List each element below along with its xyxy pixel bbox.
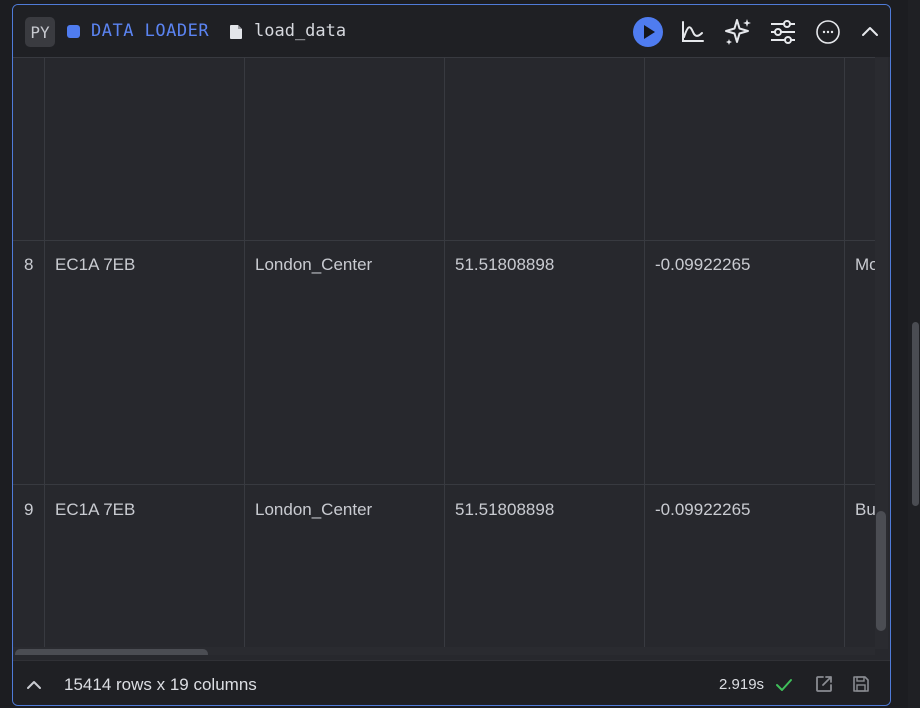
row-index: 8 [13, 240, 45, 484]
page-scrollbar-thumb[interactable] [912, 322, 919, 506]
block-type-label: DATA LOADER [91, 21, 210, 41]
table-cell[interactable] [445, 58, 645, 240]
table-cell[interactable] [45, 58, 245, 240]
check-icon [776, 679, 792, 691]
external-link-icon[interactable] [814, 674, 834, 694]
vertical-scrollbar-thumb[interactable] [876, 511, 886, 631]
save-icon[interactable] [851, 674, 871, 694]
sliders-icon[interactable] [766, 15, 800, 49]
table-cell[interactable]: 51.51808898 [445, 485, 645, 655]
table-cell[interactable]: London_Center [245, 240, 445, 484]
block-type-color-icon [67, 25, 80, 38]
sparkle-icon[interactable] [721, 15, 755, 49]
chevron-up-icon[interactable] [853, 15, 887, 49]
table-cell[interactable]: -0.09922265 [645, 485, 845, 655]
row-index: 9 [13, 485, 45, 655]
row-count-label: 15414 rows x 19 columns [64, 675, 257, 694]
table-cell[interactable] [245, 58, 445, 240]
table-cell[interactable]: -0.09922265 [645, 240, 845, 484]
table-cell[interactable]: EC1A 7EB [45, 240, 245, 484]
block-header: PY DATA LOADER load_data [13, 5, 890, 57]
horizontal-scrollbar-thumb[interactable] [15, 649, 208, 655]
dataframe-table[interactable]: 8 EC1A 7EB London_Center 51.51808898 -0.… [13, 57, 890, 655]
execution-time: 2.919s [719, 676, 765, 693]
data-loader-block: PY DATA LOADER load_data 8 EC1A 7EB Lond… [12, 4, 891, 706]
table-row: 9 EC1A 7EB London_Center 51.51808898 -0.… [13, 485, 876, 655]
more-icon[interactable] [811, 15, 845, 49]
table-cell[interactable]: EC1A 7EB [45, 485, 245, 655]
run-button[interactable] [631, 15, 665, 49]
row-index [13, 58, 45, 240]
table-row: 8 EC1A 7EB London_Center 51.51808898 -0.… [13, 240, 885, 485]
table-cell[interactable]: London_Center [245, 485, 445, 655]
chart-icon[interactable] [676, 15, 710, 49]
table-cell[interactable] [645, 58, 845, 240]
table-cell[interactable]: 51.51808898 [445, 240, 645, 484]
block-footer: 15414 rows x 19 columns 2.919s [13, 660, 890, 705]
language-badge[interactable]: PY [25, 17, 55, 47]
block-name[interactable]: load_data [254, 21, 346, 41]
chevron-up-icon[interactable] [23, 674, 45, 696]
file-icon [230, 25, 242, 39]
table-row [13, 57, 875, 241]
